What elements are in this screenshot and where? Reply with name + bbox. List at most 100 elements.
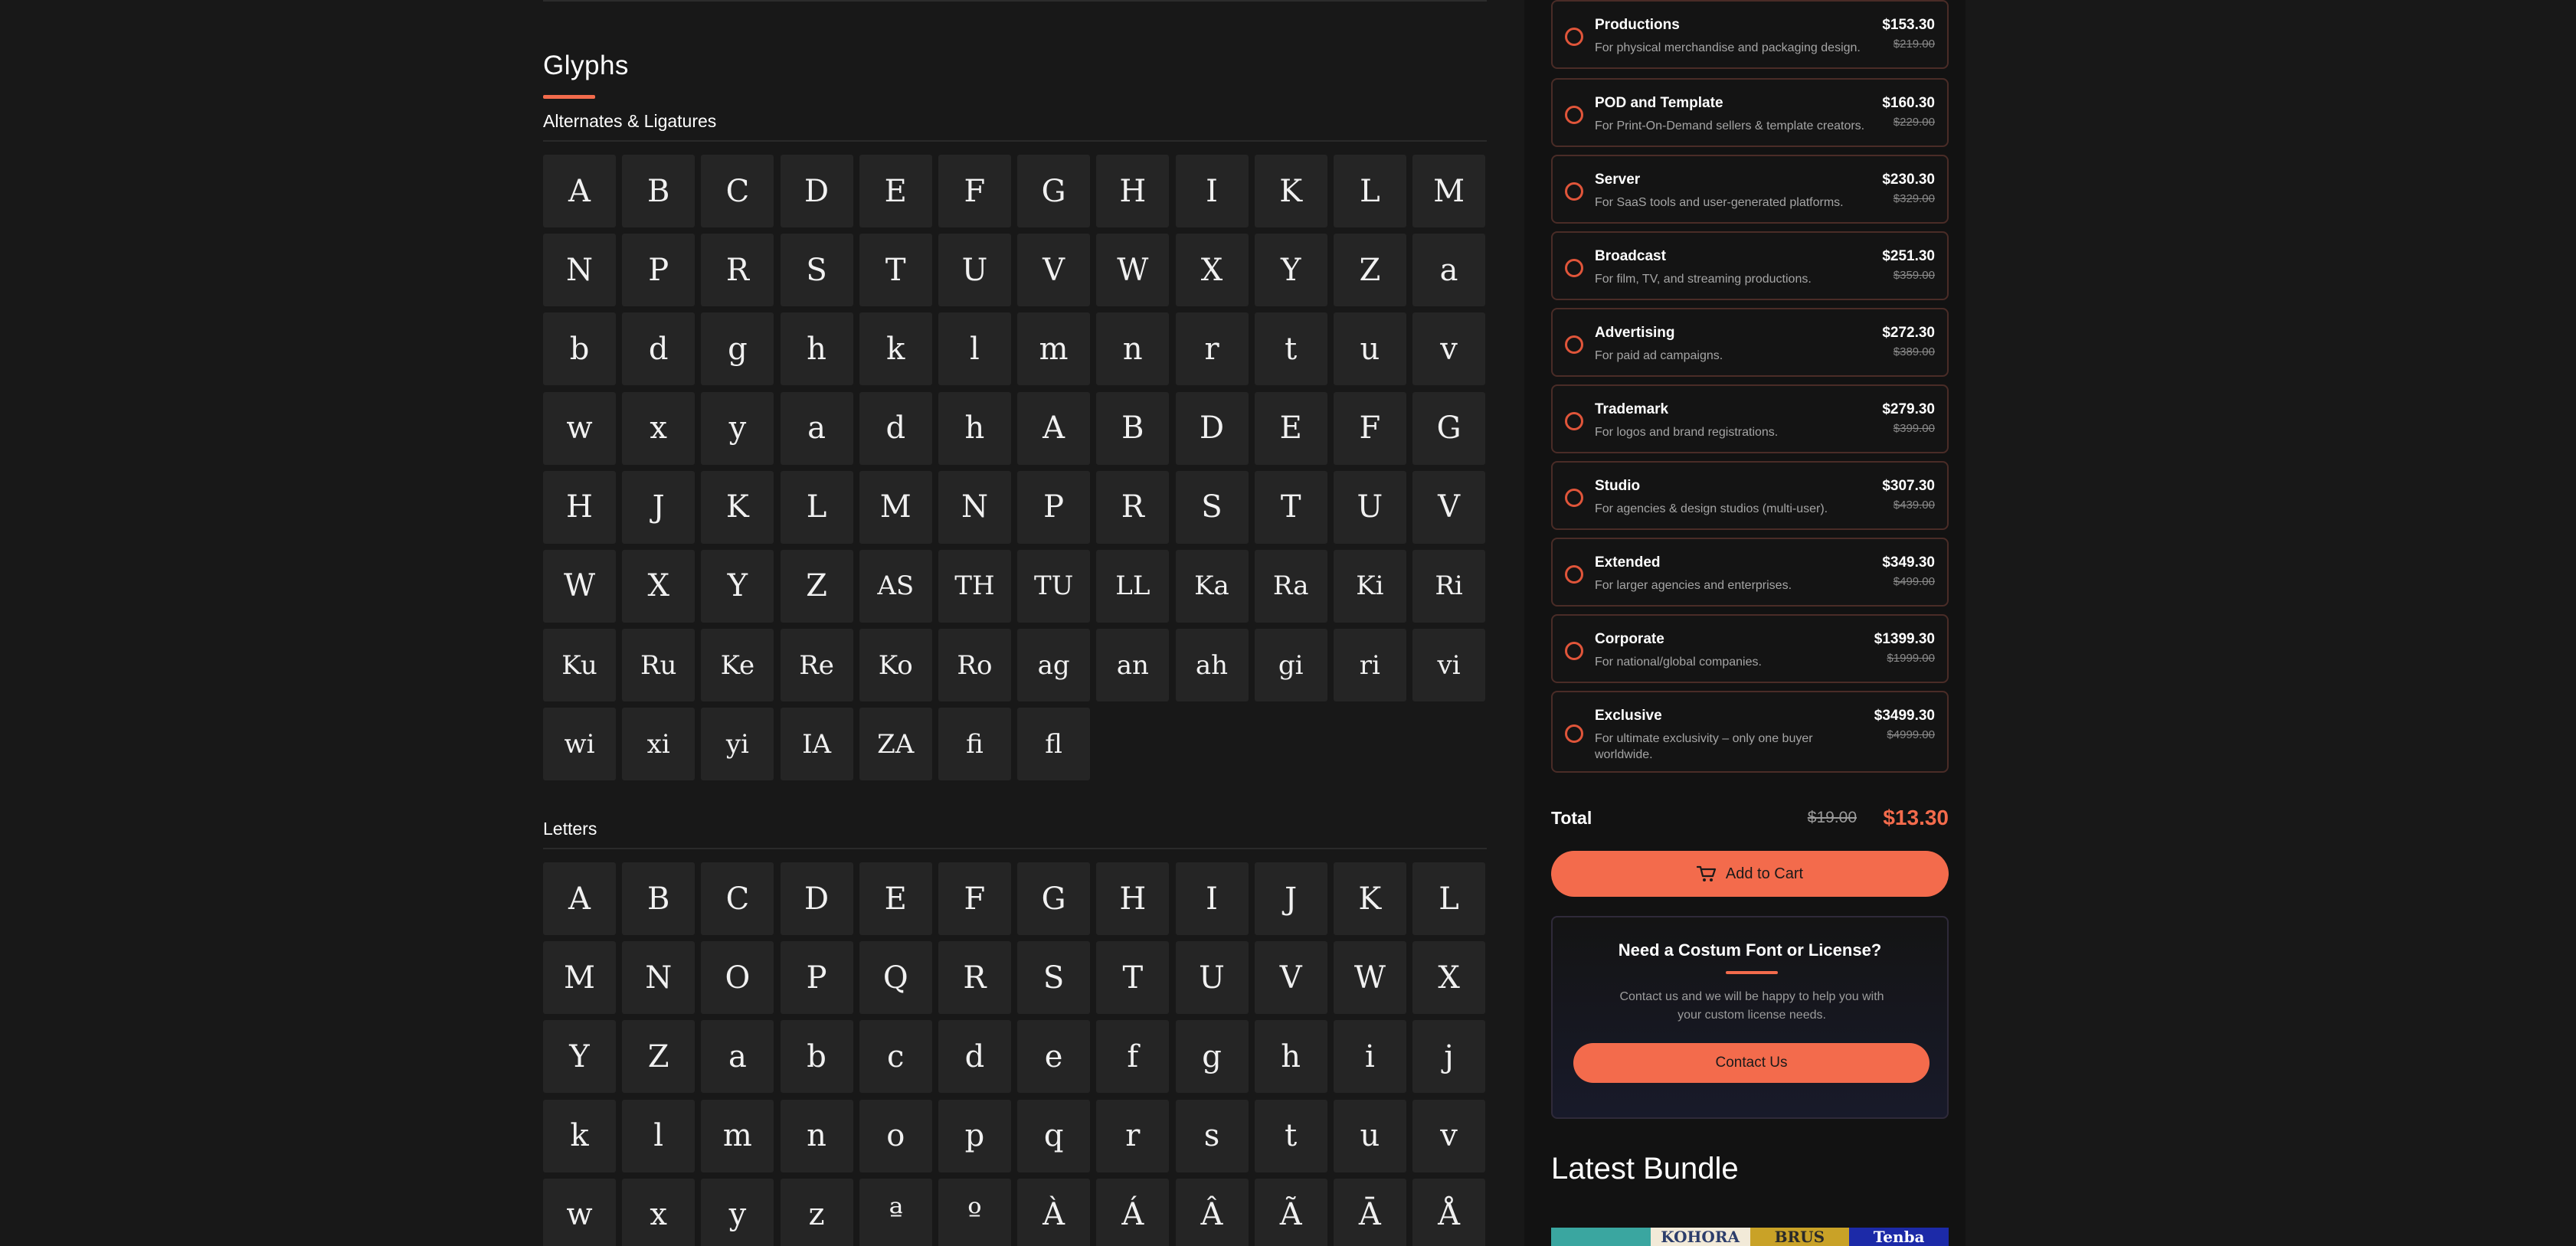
license-option[interactable]: Studio For agencies & design studios (mul… — [1551, 461, 1949, 530]
glyph-cell[interactable]: N — [543, 234, 616, 307]
glyph-cell[interactable]: M — [543, 941, 616, 1015]
glyph-cell[interactable]: t — [1254, 312, 1327, 386]
glyph-cell[interactable]: g — [701, 312, 774, 386]
glyph-cell[interactable]: h — [938, 391, 1011, 465]
glyph-cell[interactable]: H — [543, 470, 616, 544]
license-option[interactable]: Trademark For logos and brand registratio… — [1551, 384, 1949, 453]
glyph-cell[interactable]: Ku — [543, 629, 616, 702]
glyph-cell[interactable]: T — [859, 234, 932, 307]
glyph-cell[interactable]: O — [701, 941, 774, 1015]
glyph-cell[interactable]: u — [1333, 312, 1406, 386]
license-option[interactable]: Broadcast For film, TV, and streaming pro… — [1551, 231, 1949, 300]
glyph-cell[interactable]: fi — [938, 708, 1011, 781]
glyph-cell[interactable]: fl — [1017, 708, 1091, 781]
license-option[interactable]: Extended For larger agencies and enterpri… — [1551, 538, 1949, 607]
glyph-cell[interactable]: U — [938, 234, 1011, 307]
license-option[interactable]: Server For SaaS tools and user-generated … — [1551, 155, 1949, 224]
glyph-cell[interactable]: IA — [780, 708, 853, 781]
glyph-cell[interactable]: T — [1096, 941, 1170, 1015]
license-option[interactable]: POD and Template For Print-On-Demand sell… — [1551, 78, 1949, 147]
glyph-cell[interactable]: z — [780, 1178, 853, 1246]
glyph-cell[interactable]: r — [1096, 1099, 1170, 1172]
glyph-cell[interactable]: wi — [543, 708, 616, 781]
glyph-cell[interactable]: J — [622, 470, 696, 544]
glyph-cell[interactable]: R — [1096, 470, 1170, 544]
glyph-cell[interactable]: I — [1175, 862, 1249, 935]
glyph-cell[interactable]: E — [859, 155, 932, 227]
glyph-cell[interactable]: B — [622, 155, 696, 227]
glyph-cell[interactable]: C — [701, 862, 774, 935]
glyph-cell[interactable]: X — [622, 549, 696, 623]
glyph-cell[interactable]: L — [1333, 155, 1406, 227]
glyph-cell[interactable]: d — [622, 312, 696, 386]
radio-icon[interactable] — [1565, 642, 1583, 660]
glyph-cell[interactable]: u — [1333, 1099, 1406, 1172]
glyph-cell[interactable]: w — [543, 391, 616, 465]
glyph-cell[interactable]: gi — [1254, 629, 1327, 702]
glyph-cell[interactable]: Z — [622, 1020, 696, 1094]
add-to-cart-button[interactable]: Add to Cart — [1551, 851, 1949, 897]
glyph-cell[interactable]: H — [1096, 862, 1170, 935]
glyph-cell[interactable]: B — [1096, 391, 1170, 465]
glyph-cell[interactable]: G — [1017, 862, 1091, 935]
glyph-cell[interactable]: F — [1333, 391, 1406, 465]
license-option[interactable]: Productions For physical merchandise and … — [1551, 0, 1949, 69]
glyph-cell[interactable]: h — [780, 312, 853, 386]
glyph-cell[interactable]: Z — [1333, 234, 1406, 307]
radio-icon[interactable] — [1565, 28, 1583, 46]
glyph-cell[interactable]: P — [780, 941, 853, 1015]
glyph-cell[interactable]: w — [543, 1178, 616, 1246]
glyph-cell[interactable]: K — [1254, 155, 1327, 227]
glyph-cell[interactable]: e — [1017, 1020, 1091, 1094]
glyph-cell[interactable]: y — [701, 391, 774, 465]
glyph-cell[interactable]: B — [622, 862, 696, 935]
glyph-cell[interactable]: T — [1254, 470, 1327, 544]
radio-icon[interactable] — [1565, 182, 1583, 201]
glyph-cell[interactable]: o — [859, 1099, 932, 1172]
radio-icon[interactable] — [1565, 412, 1583, 430]
glyph-cell[interactable]: xi — [622, 708, 696, 781]
glyph-cell[interactable]: G — [1412, 391, 1486, 465]
glyph-cell[interactable]: Y — [543, 1020, 616, 1094]
glyph-cell[interactable]: R — [938, 941, 1011, 1015]
glyph-cell[interactable]: Ru — [622, 629, 696, 702]
glyph-cell[interactable]: ag — [1017, 629, 1091, 702]
radio-icon[interactable] — [1565, 335, 1583, 354]
glyph-cell[interactable]: X — [1175, 234, 1249, 307]
glyph-cell[interactable]: s — [1175, 1099, 1249, 1172]
glyph-cell[interactable]: K — [1333, 862, 1406, 935]
glyph-cell[interactable]: E — [1254, 391, 1327, 465]
glyph-cell[interactable]: k — [543, 1099, 616, 1172]
glyph-cell[interactable]: a — [780, 391, 853, 465]
glyph-cell[interactable]: yi — [701, 708, 774, 781]
contact-us-button[interactable]: Contact Us — [1573, 1043, 1930, 1083]
glyph-cell[interactable]: Ke — [701, 629, 774, 702]
glyph-cell[interactable]: k — [859, 312, 932, 386]
glyph-cell[interactable]: J — [1254, 862, 1327, 935]
glyph-cell[interactable]: W — [1096, 234, 1170, 307]
glyph-cell[interactable]: U — [1175, 941, 1249, 1015]
radio-icon[interactable] — [1565, 489, 1583, 507]
glyph-cell[interactable]: M — [1412, 155, 1486, 227]
glyph-cell[interactable]: AS — [859, 549, 932, 623]
glyph-cell[interactable]: M — [859, 470, 932, 544]
glyph-cell[interactable]: Ri — [1412, 549, 1486, 623]
glyph-cell[interactable]: x — [622, 391, 696, 465]
glyph-cell[interactable]: L — [780, 470, 853, 544]
bundle-thumbnail[interactable] — [1551, 1228, 1651, 1246]
glyph-cell[interactable]: Ra — [1254, 549, 1327, 623]
glyph-cell[interactable]: G — [1017, 155, 1091, 227]
glyph-cell[interactable]: v — [1412, 312, 1486, 386]
glyph-cell[interactable]: Ā — [1333, 1178, 1406, 1246]
license-option[interactable]: Exclusive For ultimate exclusivity – only… — [1551, 691, 1949, 773]
glyph-cell[interactable]: C — [701, 155, 774, 227]
glyph-cell[interactable]: h — [1254, 1020, 1327, 1094]
glyph-cell[interactable]: n — [780, 1099, 853, 1172]
glyph-cell[interactable]: b — [780, 1020, 853, 1094]
glyph-cell[interactable]: Y — [1254, 234, 1327, 307]
license-option[interactable]: Corporate For national/global companies. $… — [1551, 614, 1949, 683]
glyph-cell[interactable]: q — [1017, 1099, 1091, 1172]
glyph-cell[interactable]: A — [1017, 391, 1091, 465]
glyph-cell[interactable]: d — [938, 1020, 1011, 1094]
glyph-cell[interactable]: N — [938, 470, 1011, 544]
